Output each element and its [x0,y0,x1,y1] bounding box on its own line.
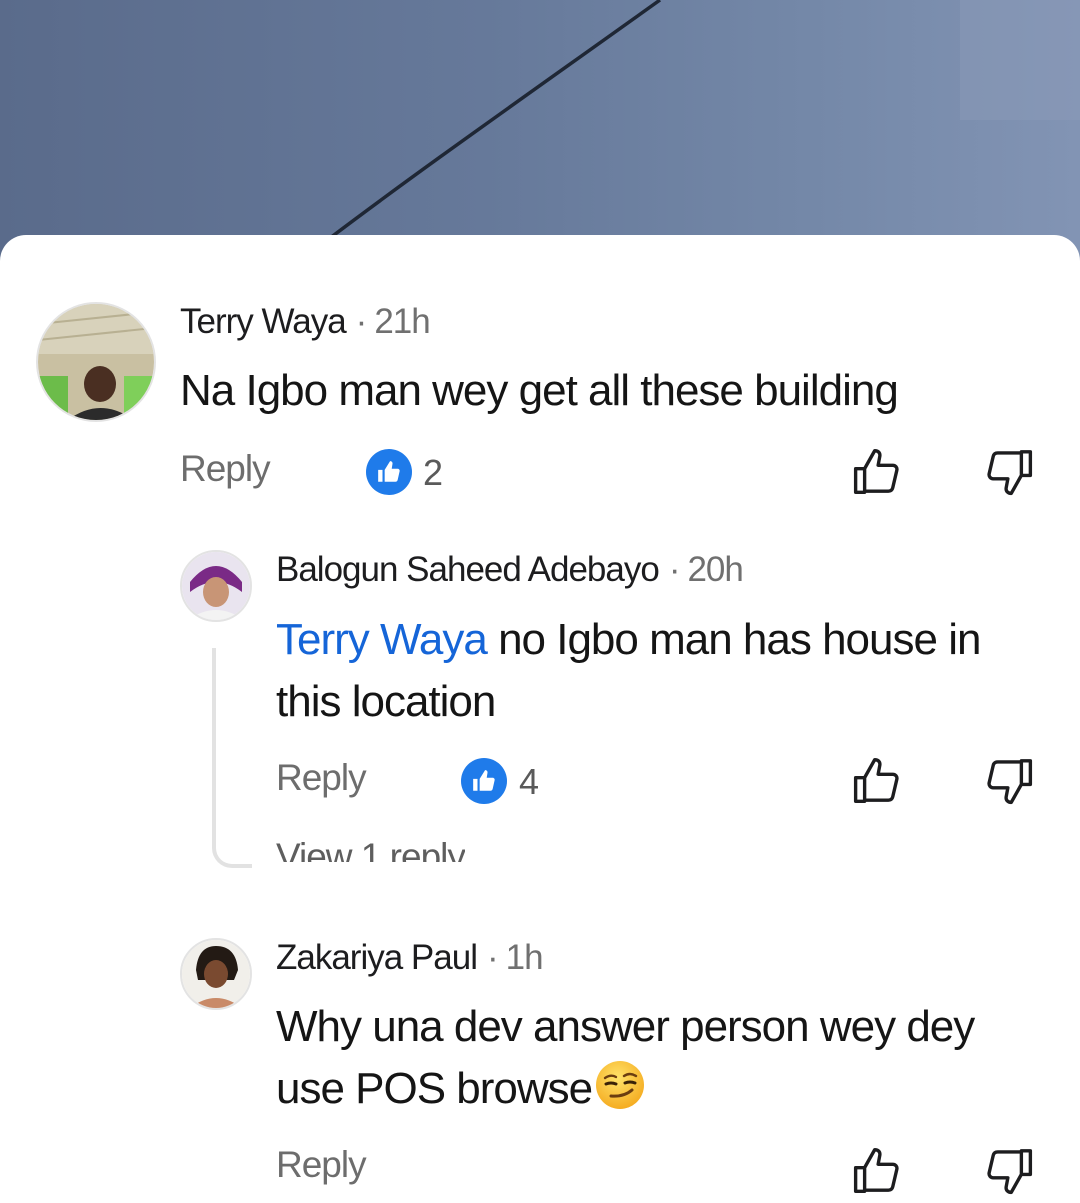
like-count: 4 [519,761,540,802]
author-name[interactable]: Balogun Saheed Adebayo [276,550,660,589]
reply-button[interactable]: Reply [180,448,271,490]
comment-text: Why una dev answer person wey dey use PO… [276,996,1036,1120]
reply-button[interactable]: Reply [276,1144,367,1186]
smirking-face-icon [594,1059,646,1111]
thumbs-down-icon[interactable] [982,1144,1036,1198]
avatar[interactable] [36,302,156,422]
meta-separator: · [486,938,499,977]
author-name[interactable]: Zakariya Paul [276,938,478,977]
thumbs-down-icon[interactable] [982,445,1036,499]
comment-text: Terry Waya no Igbo man has house in this… [276,609,1046,733]
mention-link[interactable]: Terry Waya [276,615,488,664]
comment-text: Na Igbo man wey get all these building [180,366,899,415]
view-replies-link[interactable]: View 1 reply [276,835,465,862]
avatar[interactable] [180,938,252,1010]
meta-separator: · [355,302,368,341]
comment-time: 1h [505,938,544,977]
thumbs-up-icon[interactable] [850,754,904,808]
comment-time: 21h [374,302,430,341]
thumbs-up-icon[interactable] [850,1144,904,1198]
thread-line [212,648,252,868]
thumbs-up-icon[interactable] [850,445,904,499]
thumbs-down-icon[interactable] [982,754,1036,808]
author-name[interactable]: Terry Waya [180,302,347,341]
comment-meta: Terry Waya · 21h [180,302,431,342]
comment-meta: Zakariya Paul · 1h [276,938,544,978]
comment-meta: Balogun Saheed Adebayo · 20h [276,550,744,590]
like-count: 2 [423,452,444,493]
reply-button[interactable]: Reply [276,757,367,799]
avatar[interactable] [180,550,252,622]
comment-time: 20h [687,550,743,589]
meta-separator: · [668,550,681,589]
like-badge-icon [461,758,507,804]
like-badge-icon [366,449,412,495]
